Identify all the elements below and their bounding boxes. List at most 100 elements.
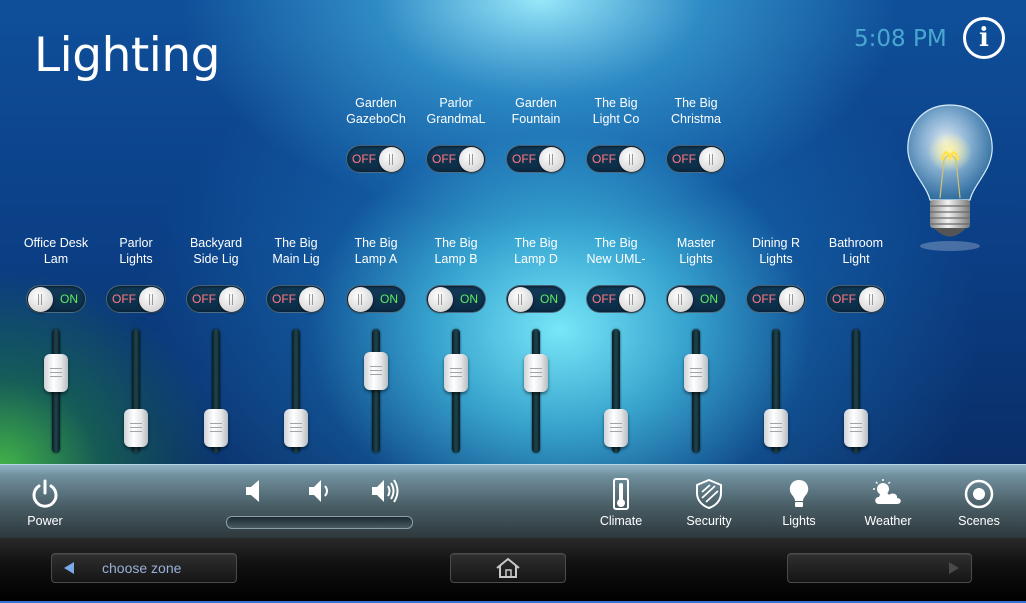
toggle-the-big-main-lig[interactable]: OFF	[266, 285, 326, 313]
toggle-state: OFF	[432, 152, 456, 166]
light-label: The Big Lamp A	[354, 236, 398, 266]
toggle-state: ON	[540, 292, 558, 306]
lighting-screen: Lighting 5:08 PM i Garden GazeboCh OFF P…	[0, 0, 1026, 603]
dimmer-handle-bathroom-light[interactable]	[844, 409, 868, 447]
toggle-knob[interactable]	[459, 147, 484, 172]
toggle-the-big-christma[interactable]: OFF	[666, 145, 726, 173]
page-title: Lighting	[34, 28, 220, 83]
dimmer-track[interactable]	[372, 329, 380, 453]
nav-weather[interactable]: Weather	[857, 478, 919, 528]
light-label: The Big Lamp D	[514, 236, 558, 266]
toggle-knob[interactable]	[699, 147, 724, 172]
toggle-parlor-grandmal[interactable]: OFF	[426, 145, 486, 173]
nav-security[interactable]: Security	[678, 478, 740, 528]
toggle-knob[interactable]	[619, 287, 644, 312]
next-button[interactable]	[787, 553, 972, 583]
dimmer-handle-backyard-side-lig[interactable]	[204, 409, 228, 447]
light-label: Office Desk Lam	[23, 236, 89, 266]
toggle-knob[interactable]	[539, 147, 564, 172]
home-icon	[496, 557, 520, 578]
toggle-knob[interactable]	[219, 287, 244, 312]
toggle-knob[interactable]	[379, 147, 404, 172]
toggle-dining-r-lights[interactable]: OFF	[746, 285, 806, 313]
arrow-right-icon	[949, 562, 959, 574]
toggle-knob[interactable]	[428, 287, 453, 312]
power-icon	[32, 479, 58, 508]
toggle-parlor-lights[interactable]: OFF	[106, 285, 166, 313]
toggle-knob[interactable]	[299, 287, 324, 312]
toggle-the-big-lamp-a[interactable]: ON	[346, 285, 406, 313]
nav-climate[interactable]: Climate	[590, 478, 652, 528]
toggle-state: ON	[380, 292, 398, 306]
nav-label: Scenes	[958, 514, 1000, 528]
light-bulb-icon	[907, 104, 993, 251]
toggle-state: ON	[460, 292, 478, 306]
dimmer-handle-dining-r-lights[interactable]	[764, 409, 788, 447]
toggle-state: OFF	[112, 292, 136, 306]
shield-icon	[696, 478, 722, 510]
zone-label: choose zone	[102, 560, 182, 576]
toggle-state: OFF	[672, 152, 696, 166]
dimmer-handle-parlor-lights[interactable]	[124, 409, 148, 447]
clock: 5:08 PM	[854, 26, 947, 52]
dimmer-handle-the-big-new-uml[interactable]	[604, 409, 628, 447]
dimmer-handle-office-desk-lam[interactable]	[44, 354, 68, 392]
thermometer-icon	[613, 478, 629, 510]
light-label: The Big New UML-	[586, 236, 646, 266]
toggle-knob[interactable]	[619, 147, 644, 172]
light-label: The Big Light Co	[592, 96, 640, 126]
toggle-the-big-lamp-b[interactable]: ON	[426, 285, 486, 313]
scenes-icon	[964, 479, 994, 509]
dimmer-handle-master-lights[interactable]	[684, 354, 708, 392]
info-button[interactable]: i	[963, 17, 1005, 59]
light-label: Dining R Lights	[752, 236, 800, 266]
dimmer-handle-the-big-main-lig[interactable]	[284, 409, 308, 447]
power-button[interactable]: Power	[20, 478, 70, 528]
light-label: Master Lights	[676, 236, 716, 266]
toggle-knob[interactable]	[348, 287, 373, 312]
power-label: Power	[27, 514, 63, 528]
toggle-backyard-side-lig[interactable]: OFF	[186, 285, 246, 313]
toggle-state: OFF	[752, 292, 776, 306]
dimmer-handle-the-big-lamp-a[interactable]	[364, 352, 388, 390]
toggle-knob[interactable]	[779, 287, 804, 312]
nav-label: Security	[686, 514, 732, 528]
nav-scenes[interactable]: Scenes	[948, 478, 1010, 528]
light-label: The Big Christma	[670, 96, 721, 126]
light-label: Parlor Lights	[119, 236, 153, 266]
toggle-master-lights[interactable]: ON	[666, 285, 726, 313]
toggle-knob[interactable]	[508, 287, 533, 312]
toggle-office-desk-lam[interactable]: ON	[26, 285, 86, 313]
nav-label: Climate	[599, 514, 643, 528]
toggle-knob[interactable]	[139, 287, 164, 312]
toggle-state: ON	[60, 292, 78, 306]
toggle-the-big-light-co[interactable]: OFF	[586, 145, 646, 173]
nav-label: Lights	[782, 514, 816, 528]
toggle-the-big-lamp-d[interactable]: ON	[506, 285, 566, 313]
dimmer-handle-the-big-lamp-b[interactable]	[444, 354, 468, 392]
toggle-state: OFF	[592, 292, 616, 306]
toggle-state: OFF	[352, 152, 376, 166]
light-label: The Big Lamp B	[434, 236, 478, 266]
toggle-knob[interactable]	[668, 287, 693, 312]
choose-zone-button[interactable]: choose zone	[51, 553, 237, 583]
volume-slider[interactable]	[226, 516, 413, 529]
arrow-left-icon	[64, 562, 74, 574]
home-button[interactable]	[450, 553, 566, 583]
info-icon: i	[979, 23, 989, 53]
toggle-knob[interactable]	[859, 287, 884, 312]
toggle-state: OFF	[592, 152, 616, 166]
toggle-knob[interactable]	[28, 287, 53, 312]
nav-lights[interactable]: Lights	[768, 478, 830, 528]
toggle-the-big-new-uml[interactable]: OFF	[586, 285, 646, 313]
toggle-garden-fountain[interactable]: OFF	[506, 145, 566, 173]
light-label: Garden GazeboCh	[346, 96, 406, 126]
dimmer-handle-the-big-lamp-d[interactable]	[524, 354, 548, 392]
toggle-bathroom-light[interactable]: OFF	[826, 285, 886, 313]
volume-high-icon[interactable]	[370, 476, 400, 506]
toggle-garden-gazeboch[interactable]: OFF	[346, 145, 406, 173]
volume-mute-icon[interactable]	[240, 476, 270, 506]
volume-low-icon[interactable]	[305, 476, 335, 506]
toggle-state: OFF	[512, 152, 536, 166]
light-label: Backyard Side Lig	[189, 236, 243, 266]
